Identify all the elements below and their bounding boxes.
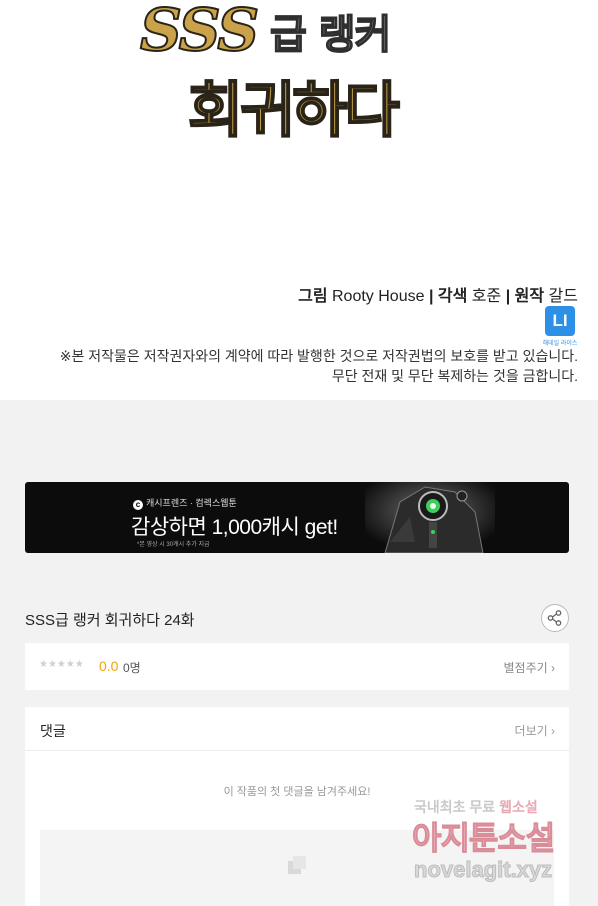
copyright-notice: ※본 저작물은 저작권자와의 계약에 따라 발행한 것으로 저작권법의 보호를 … xyxy=(18,346,578,386)
publisher-logo: LI xyxy=(545,306,575,336)
image-placeholder-icon xyxy=(288,856,306,874)
banner-brand: c 캐시프렌즈 · 컴렉스웹툰 xyxy=(133,496,237,510)
watermark-line2: 아지툰소설 xyxy=(411,820,555,857)
episode-title: SSS급 랭커 회귀하다 24화 xyxy=(25,612,195,629)
series-logo: SSS 급 랭커 회귀하다 xyxy=(130,0,460,147)
credit-color-name: 호준 xyxy=(471,288,502,305)
logo-line1-latin: SSS xyxy=(139,0,260,65)
copyright-notice-line1: ※본 저작물은 저작권자와의 계약에 따라 발행한 것으로 저작권법의 보호를 … xyxy=(59,348,578,364)
comment-header: 댓글 더보기 › xyxy=(25,707,569,751)
rating-stars: ★★★★★ xyxy=(39,659,84,670)
credit-art-label: 그림 xyxy=(298,288,328,305)
credit-separator: | xyxy=(428,288,434,305)
logo-line2: 회귀하다 xyxy=(187,75,401,147)
rating-score: 0.0 xyxy=(99,658,119,674)
credit-color-label: 각색 xyxy=(437,288,468,305)
logo-line1-hangul: 급 랭커 xyxy=(269,11,392,59)
banner-fine-print: *본 영상 시 30캐시 추가 지급 xyxy=(137,542,210,548)
credit-original-name: 갈드 xyxy=(548,288,578,305)
comment-title: 댓글 xyxy=(40,723,66,739)
comment-more-link[interactable]: 더보기 › xyxy=(515,722,555,739)
credit-separator: | xyxy=(505,288,511,305)
episode-title-row: SSS급 랭커 회귀하다 24화 xyxy=(25,602,569,634)
banner-headline: 감상하면 1,000캐시 get! xyxy=(131,516,338,539)
credit-original-label: 원작 xyxy=(514,288,545,305)
watermark-line3: novelagit.xyz xyxy=(413,857,553,883)
banner-artwork xyxy=(365,482,495,553)
webtoon-last-panel: SSS 급 랭커 회귀하다 그림 Rooty House | 각색 호준 | 원… xyxy=(0,0,598,400)
share-icon xyxy=(547,610,562,626)
credit-art-name: Rooty House xyxy=(332,288,425,305)
rating-card: ★★★★★ 0.0 0명 별점주기 › xyxy=(25,643,569,690)
rate-button[interactable]: 별점주기 › xyxy=(504,659,556,676)
ad-banner[interactable]: c 캐시프렌즈 · 컴렉스웹툰 감상하면 1,000캐시 get! *본 영상 시… xyxy=(25,482,569,553)
cashfriends-logo-icon: c xyxy=(133,500,143,510)
share-button[interactable] xyxy=(541,604,569,632)
banner-brand-text: 캐시프렌즈 · 컴렉스웹툰 xyxy=(146,498,237,508)
rating-count: 0명 xyxy=(123,661,141,675)
site-watermark: 국내최초 무료 웹소설 아지툰소설 novelagit.xyz xyxy=(410,795,580,890)
credits: 그림 Rooty House | 각색 호준 | 원작 갈드 xyxy=(298,282,578,306)
copyright-notice-line2: 무단 전재 및 무단 복제하는 것을 금합니다. xyxy=(331,368,578,384)
